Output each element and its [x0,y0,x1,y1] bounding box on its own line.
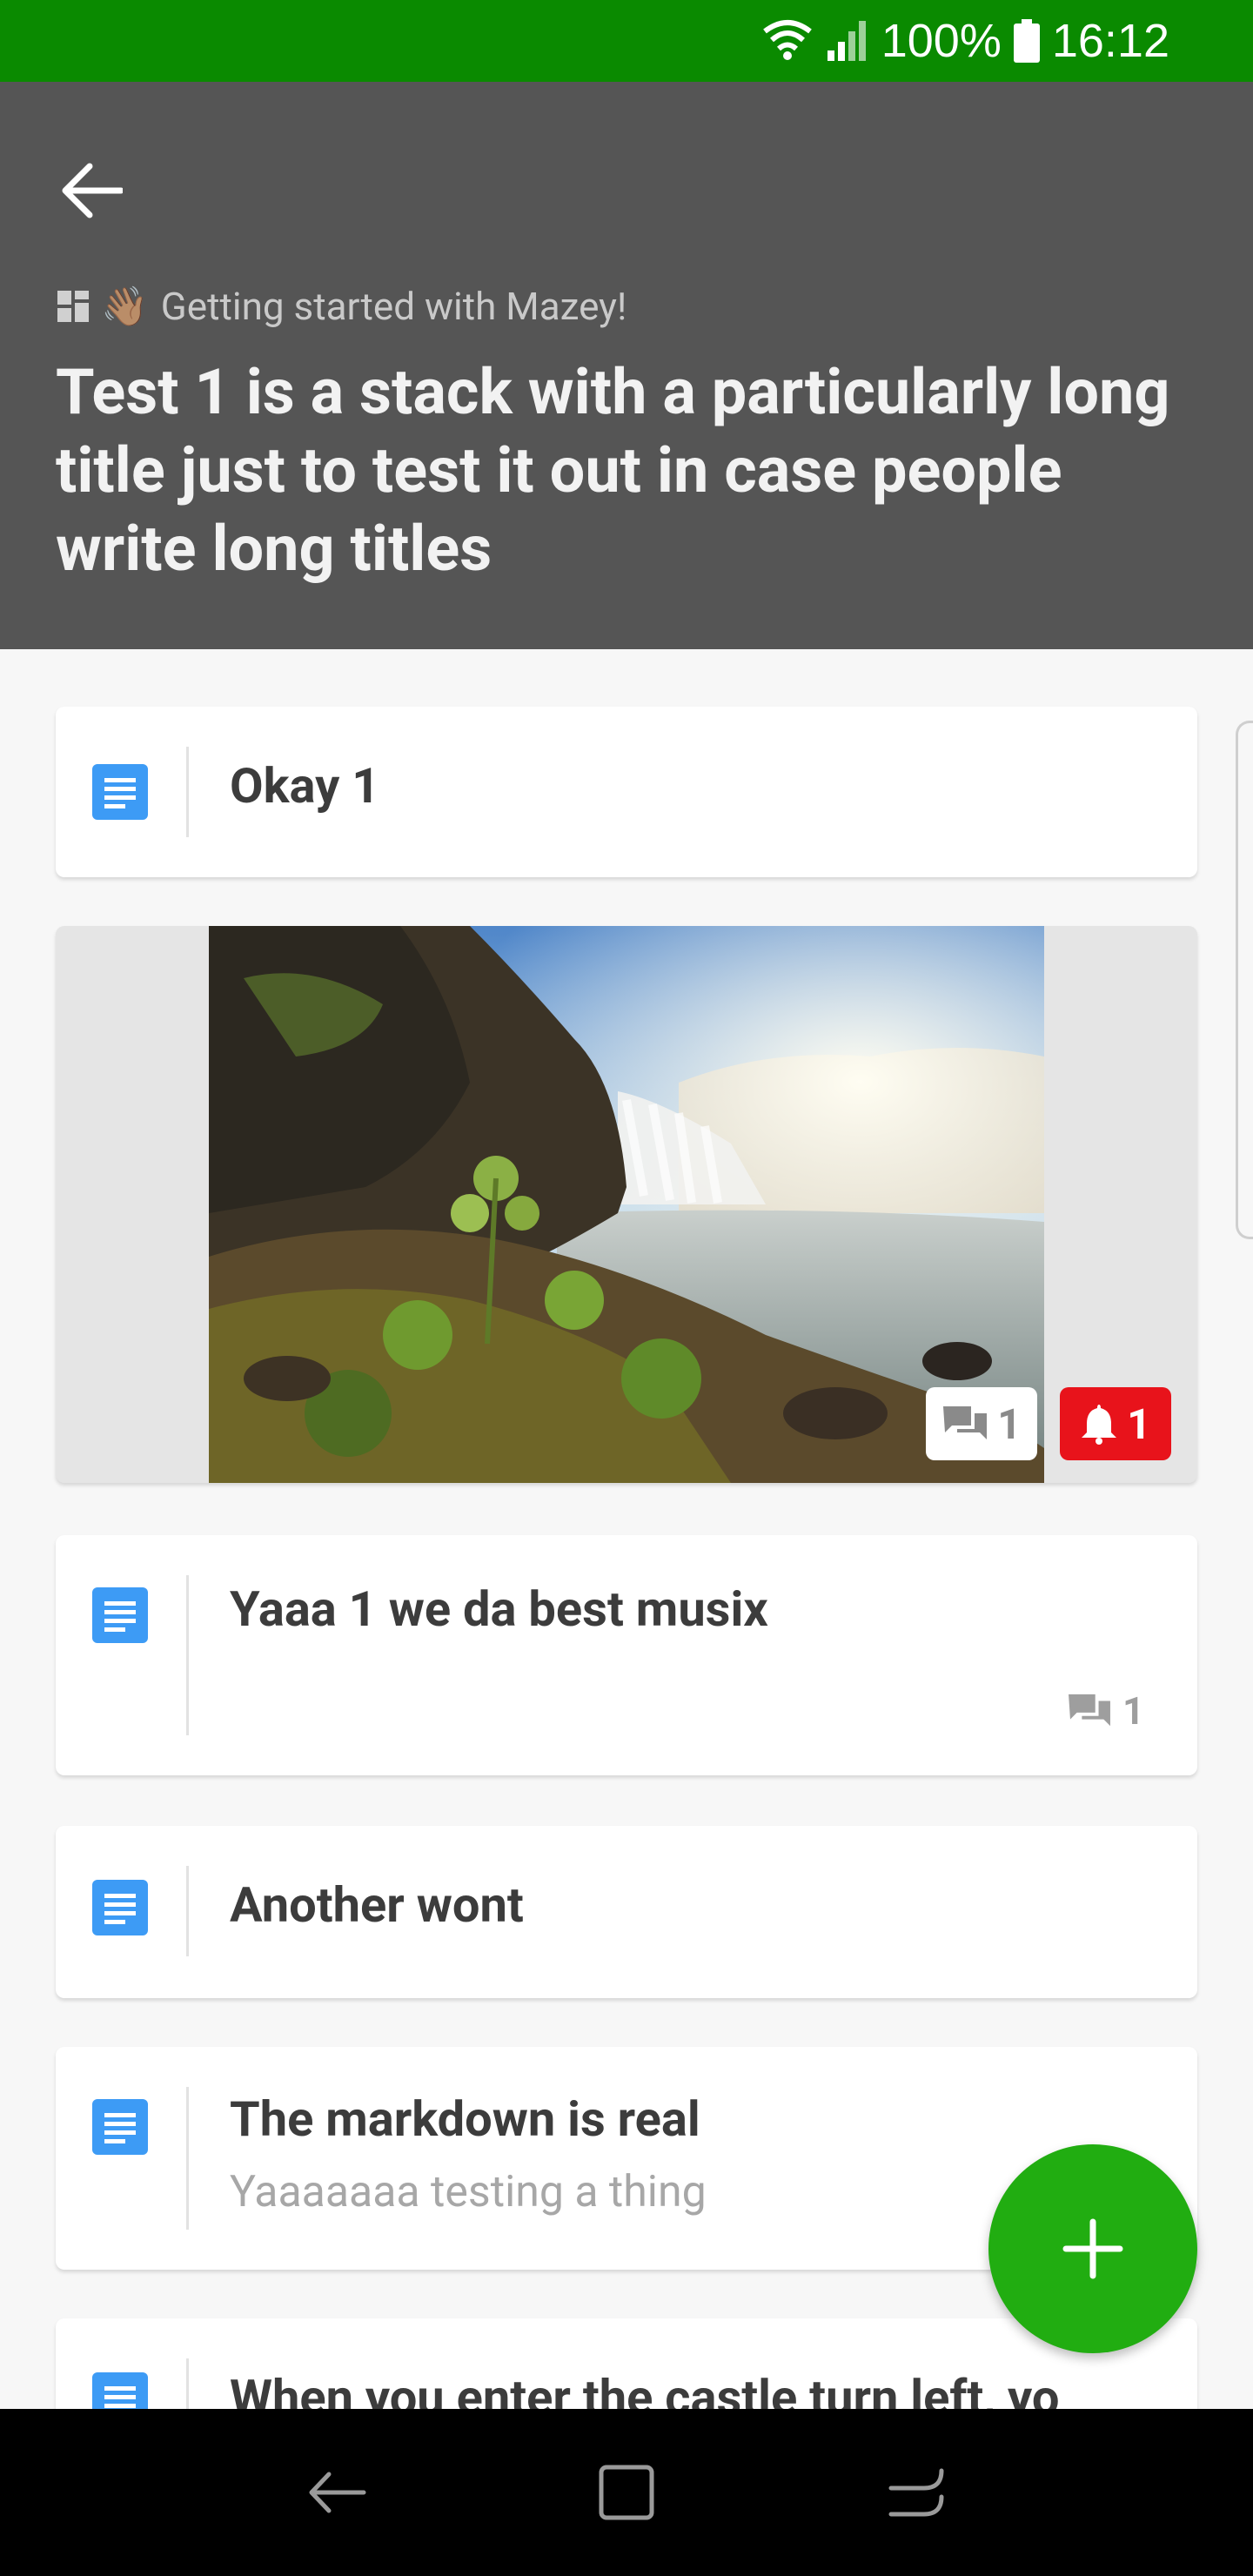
system-nav-bar [0,2409,1253,2576]
add-card-button[interactable] [988,2144,1197,2353]
card-divider [186,1575,189,1735]
plus-icon [1062,2218,1123,2279]
list-item[interactable]: Another wont [56,1826,1197,1998]
list-item[interactable]: Yaaa 1 we da best musix 1 [56,1535,1197,1775]
nav-back-button[interactable] [285,2440,389,2545]
nav-home-button[interactable] [574,2440,679,2545]
card-comment-count: 1 [1067,1688,1144,1734]
chat-icon [943,1406,988,1439]
signal-icon [827,21,866,61]
stack-header: 👋🏽 Getting started with Mazey! Test 1 is… [0,82,1253,649]
back-button[interactable] [44,143,139,238]
alerts-count: 1 [1127,1399,1151,1449]
board-icon [57,291,89,322]
recents-icon [888,2468,944,2517]
card-title: Another wont [230,1876,524,1934]
wifi-icon [762,20,812,60]
comments-count: 1 [997,1399,1022,1449]
card-subtitle: Yaaaaaaa testing a thing [230,2167,707,2217]
status-bar: 100% 16:12 [0,0,1253,82]
back-icon [309,2472,366,2513]
clock: 16:12 [1051,15,1169,67]
card-divider [186,2087,189,2230]
bell-icon [1082,1405,1117,1445]
comments-badge[interactable]: 1 [926,1387,1037,1460]
wave-emoji: 👋🏽 [101,284,149,329]
card-divider [186,1866,189,1956]
document-icon [92,764,148,820]
card-divider [186,747,189,837]
battery-percent: 100% [881,15,1002,67]
card-title: The markdown is real [230,2090,700,2148]
battery-icon [1013,19,1040,63]
card-title: Okay 1 [230,757,380,815]
alerts-badge[interactable]: 1 [1060,1387,1171,1460]
nav-recents-button[interactable] [864,2440,968,2545]
waterfall-image [209,926,1044,1483]
scrollbar[interactable] [1236,721,1253,1239]
chat-icon [1069,1694,1110,1727]
document-icon [92,1587,148,1643]
document-icon [92,2099,148,2155]
document-icon [92,1880,148,1935]
page-title: Test 1 is a stack with a particularly lo… [56,355,1170,586]
breadcrumb[interactable]: 👋🏽 Getting started with Mazey! [57,284,626,329]
card-title: Yaaa 1 we da best musix [230,1580,768,1638]
comments-count: 1 [1122,1688,1145,1734]
home-icon [599,2465,654,2520]
list-item[interactable]: Okay 1 [56,707,1197,877]
breadcrumb-label: Getting started with Mazey! [160,284,627,329]
arrow-left-icon [62,163,123,218]
image-card[interactable]: 1 1 [56,926,1197,1483]
